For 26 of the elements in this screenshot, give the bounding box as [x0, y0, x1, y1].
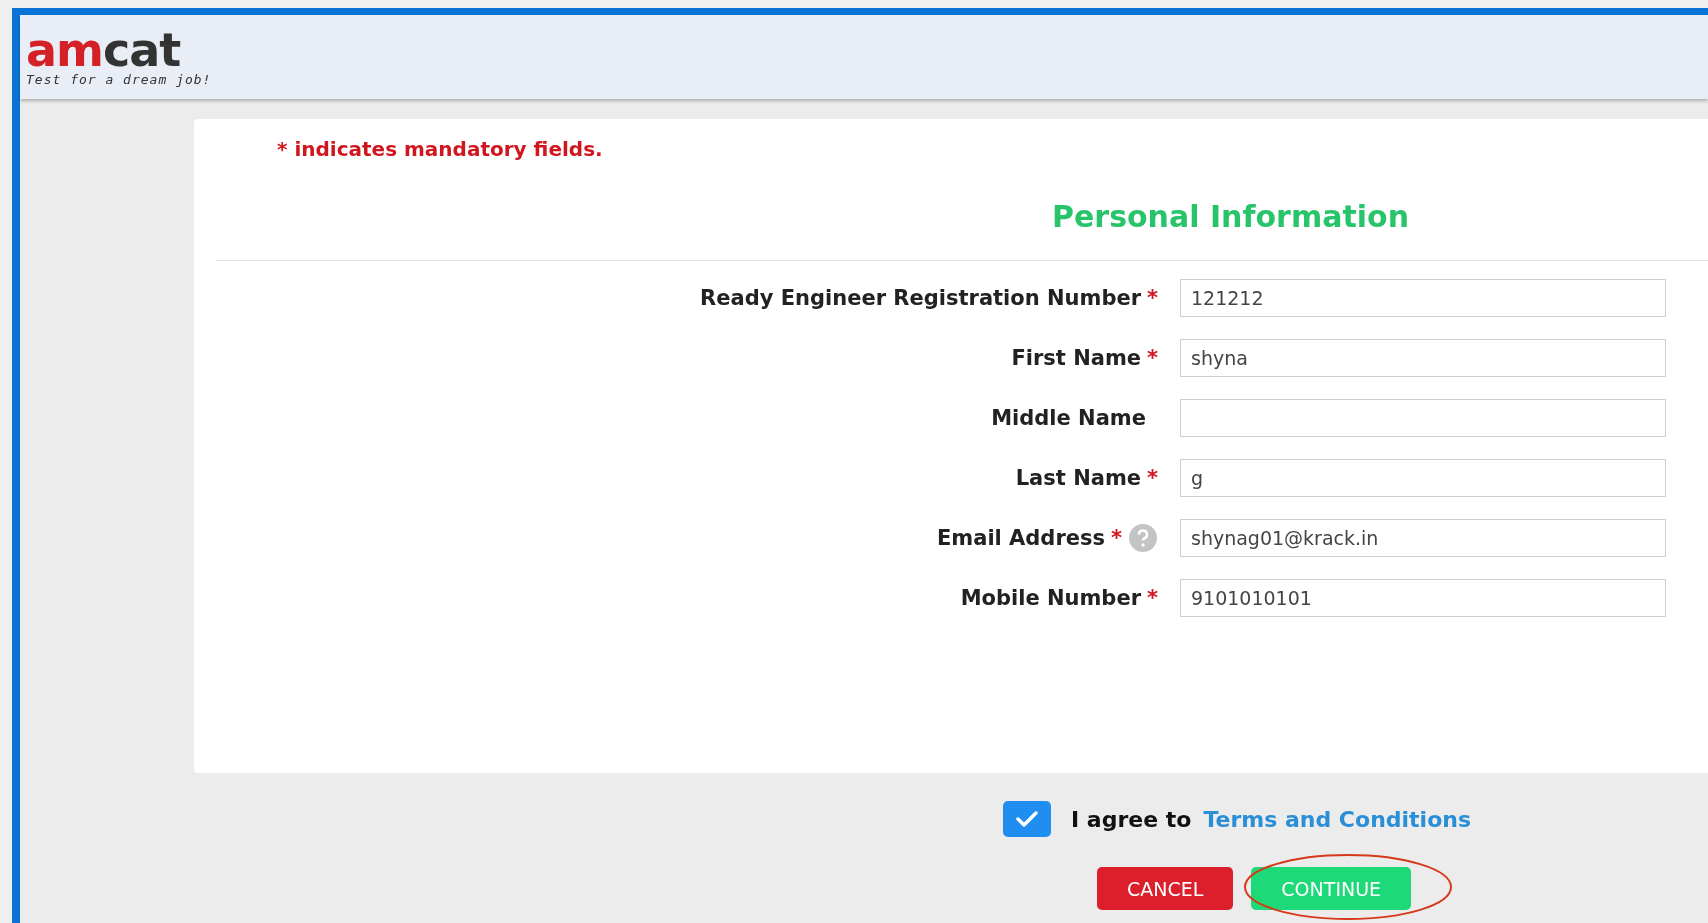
text-input[interactable]: g: [1180, 459, 1666, 497]
mandatory-notice: * indicates mandatory fields.: [276, 136, 604, 161]
text-input[interactable]: 121212: [1180, 279, 1666, 317]
field-label: Ready Engineer Registration Number: [700, 286, 1141, 310]
logo-wordmark: amcat: [26, 27, 181, 72]
required-mark: *: [1147, 346, 1158, 370]
agreement-text: I agree to: [1071, 806, 1192, 832]
section-title: Personal Information: [1052, 199, 1410, 234]
field-label: First Name: [1011, 346, 1141, 370]
cancel-button[interactable]: CANCEL: [1097, 867, 1234, 910]
text-input[interactable]: 9101010101: [1180, 579, 1666, 617]
field-label: Middle Name: [991, 406, 1146, 430]
checkmark-icon: [1015, 810, 1039, 828]
field-label: Mobile Number: [960, 586, 1141, 610]
field-label: Email Address: [937, 526, 1105, 550]
required-mark: *: [1147, 466, 1158, 490]
field-label: Last Name: [1015, 466, 1141, 490]
text-input[interactable]: [1180, 399, 1666, 437]
text-input[interactable]: shyna: [1180, 339, 1666, 377]
logo-tagline: Test for a dream job!: [26, 71, 212, 87]
required-mark: *: [1147, 286, 1158, 310]
required-mark: *: [1111, 526, 1122, 550]
help-icon[interactable]: [1128, 523, 1158, 553]
checkbox[interactable]: [1003, 801, 1051, 837]
text-input[interactable]: shynag01@krack.in: [1180, 519, 1666, 557]
required-mark: *: [1147, 586, 1158, 610]
